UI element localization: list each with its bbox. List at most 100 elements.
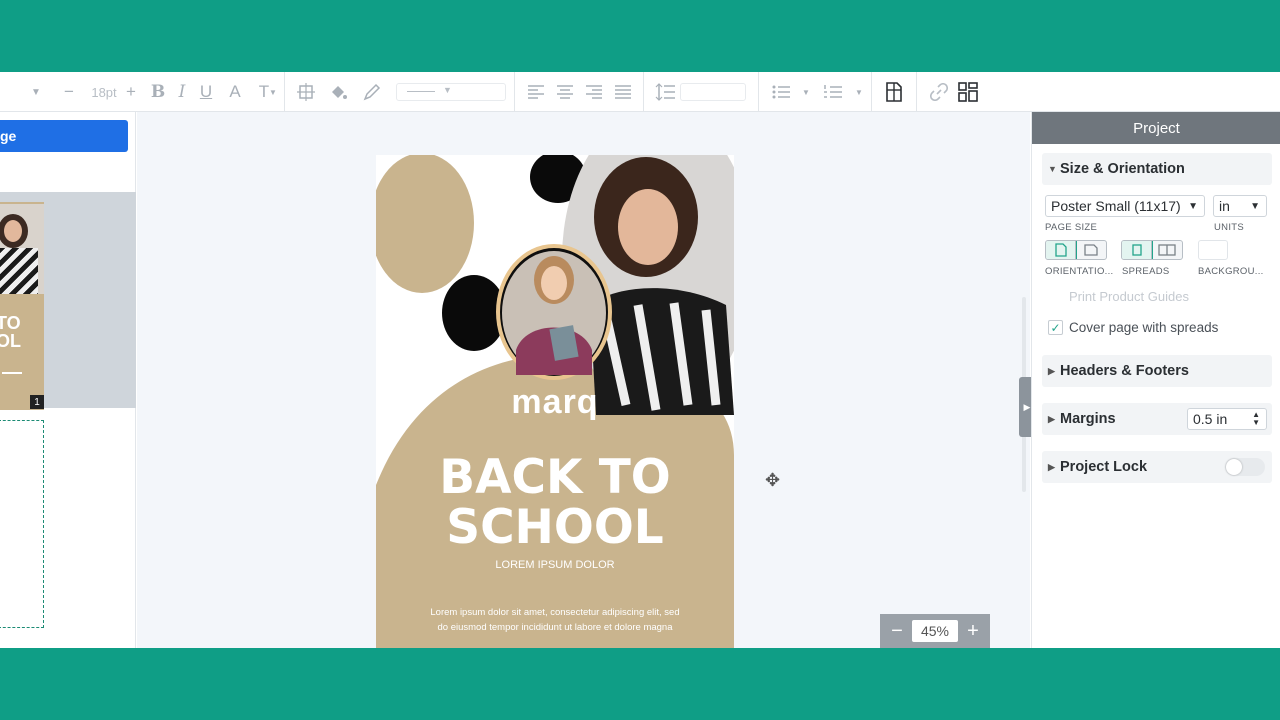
font-size-increase-button[interactable]: + [124,72,138,112]
spreads-toggle [1121,240,1183,260]
font-size-decrease-button[interactable]: − [62,72,76,112]
tan-circle-shape[interactable] [376,155,474,293]
bold-button[interactable]: B [148,72,168,112]
line-spacing-icon[interactable] [654,72,676,112]
units-label: UNITS [1214,222,1244,233]
margins-stepper[interactable]: 0.5 in ▲ ▼ [1187,408,1267,430]
chevron-down-icon: ▼ [1188,200,1198,212]
panel-title: Project [1032,112,1280,144]
section-heading: Project Lock [1060,459,1148,475]
fill-bucket-icon[interactable] [328,72,348,112]
poster-body-line-2[interactable]: do eiusmod tempor incididunt ut labore e… [376,622,734,633]
add-page-button[interactable]: ge [0,120,128,152]
bullet-list-arrow-icon[interactable]: ▼ [800,72,812,112]
landscape-button[interactable] [1076,241,1106,259]
margins-value: 0.5 in [1193,411,1228,427]
units-value: in [1219,198,1230,214]
bullet-list-icon[interactable] [771,72,791,112]
toolbar-divider [758,72,759,112]
section-heading: Margins [1060,411,1116,427]
font-size-field[interactable]: 18pt [84,72,124,112]
italic-button[interactable]: I [172,72,192,112]
text-color-button[interactable]: A [225,72,245,112]
thumbnail-jacket [0,248,38,294]
thumbnail-text-line [2,372,22,374]
poster-title-line-1[interactable]: BACK TO [376,453,734,503]
caret-right-icon: ▶ [1048,365,1055,376]
page-size-select[interactable]: Poster Small (11x17) ▼ [1045,195,1205,217]
poster-page[interactable]: marq BACK TO SCHOOL LOREM IPSUM DOLOR Lo… [376,155,734,648]
background-label: BACKGROU... [1198,266,1264,277]
numbered-list-arrow-icon[interactable]: ▼ [853,72,865,112]
underline-button[interactable]: U [196,72,216,112]
size-orientation-section[interactable]: ▼ Size & Orientation [1042,153,1272,185]
orientation-label: ORIENTATIO... [1045,266,1114,277]
page-number-badge: 1 [30,395,44,409]
background-color-swatch[interactable] [1198,240,1228,260]
zoom-out-button[interactable]: − [888,620,906,643]
crop-icon[interactable] [296,72,316,112]
section-heading: Headers & Footers [1060,363,1189,379]
arrange-grid-icon[interactable] [957,72,979,112]
page-size-value: Poster Small (11x17) [1051,198,1181,214]
toggle-knob [1226,459,1242,475]
text-transform-arrow-icon[interactable]: ▼ [268,72,278,112]
project-lock-toggle[interactable] [1225,458,1265,476]
orientation-toggle [1045,240,1107,260]
poster-title-line-2[interactable]: SCHOOL [376,503,734,553]
portrait-button[interactable] [1046,241,1077,259]
page-layout-icon[interactable] [883,72,905,112]
portrait-icon [1054,243,1067,257]
thumbnail-title-2: OL [0,331,21,351]
align-left-icon[interactable] [526,72,546,112]
toolbar-divider [514,72,515,112]
toolbar: ▼ − 18pt + B I U A T ▼ ▼ ▼ ▼ [0,72,1280,112]
zoom-in-button[interactable]: + [964,620,982,643]
line-style-preview [407,91,435,92]
toolbar-divider [871,72,872,112]
design-canvas[interactable]: marq BACK TO SCHOOL LOREM IPSUM DOLOR Lo… [137,112,1035,648]
pen-icon[interactable] [362,72,382,112]
project-panel: Project ▼ Size & Orientation Poster Smal… [1031,112,1280,648]
thumbnail-photo [0,204,44,294]
caret-right-icon: ▶ [1048,461,1055,472]
page-size-label: PAGE SIZE [1045,222,1098,233]
chevron-down-icon: ▼ [443,85,452,95]
pages-panel: ge TO OL 1 [0,112,136,648]
editor-app: ▼ − 18pt + B I U A T ▼ ▼ ▼ ▼ ge TO OL 1 … [0,72,1280,648]
cover-page-label: Cover page with spreads [1069,320,1219,335]
add-page-placeholder[interactable] [0,420,44,628]
align-right-icon[interactable] [584,72,604,112]
numbered-list-icon[interactable] [823,72,843,112]
landscape-icon [1084,244,1098,256]
cover-page-option[interactable]: ✓ Cover page with spreads [1048,320,1218,335]
line-style-select[interactable]: ▼ [396,83,506,101]
toolbar-divider [916,72,917,112]
brand-logo[interactable]: marq [376,383,734,422]
units-select[interactable]: in ▼ [1213,195,1267,217]
font-dropdown-arrow-icon[interactable]: ▼ [28,72,44,112]
spread-icon [1158,244,1176,256]
student-photo-center[interactable] [496,244,612,380]
line-spacing-field[interactable] [680,83,746,101]
poster-body-line-1[interactable]: Lorem ipsum dolor sit amet, consectetur … [376,607,734,618]
print-product-guides-option[interactable]: Print Product Guides [1069,289,1189,304]
align-center-icon[interactable] [555,72,575,112]
stepper-arrows-icon: ▲ ▼ [1252,410,1260,427]
thumbnail-face [4,220,22,242]
spread-button[interactable] [1152,241,1182,259]
caret-down-icon: ▼ [1048,164,1057,174]
single-page-button[interactable] [1122,241,1153,259]
zoom-level-field[interactable]: 45% [912,620,958,642]
chevron-down-icon: ▼ [1250,200,1260,212]
checkbox[interactable]: ✓ [1048,320,1063,335]
zoom-control: − 45% + [880,614,990,648]
poster-subtitle[interactable]: LOREM IPSUM DOLOR [376,559,734,571]
page-thumbnail[interactable]: TO OL [0,202,44,410]
link-icon[interactable] [928,72,950,112]
single-page-icon [1131,244,1142,256]
move-cursor-icon: ✥ [765,470,781,490]
headers-footers-section[interactable]: ▶ Headers & Footers [1042,355,1272,387]
thumbnail-title-1: TO [0,313,21,333]
align-justify-icon[interactable] [613,72,633,112]
